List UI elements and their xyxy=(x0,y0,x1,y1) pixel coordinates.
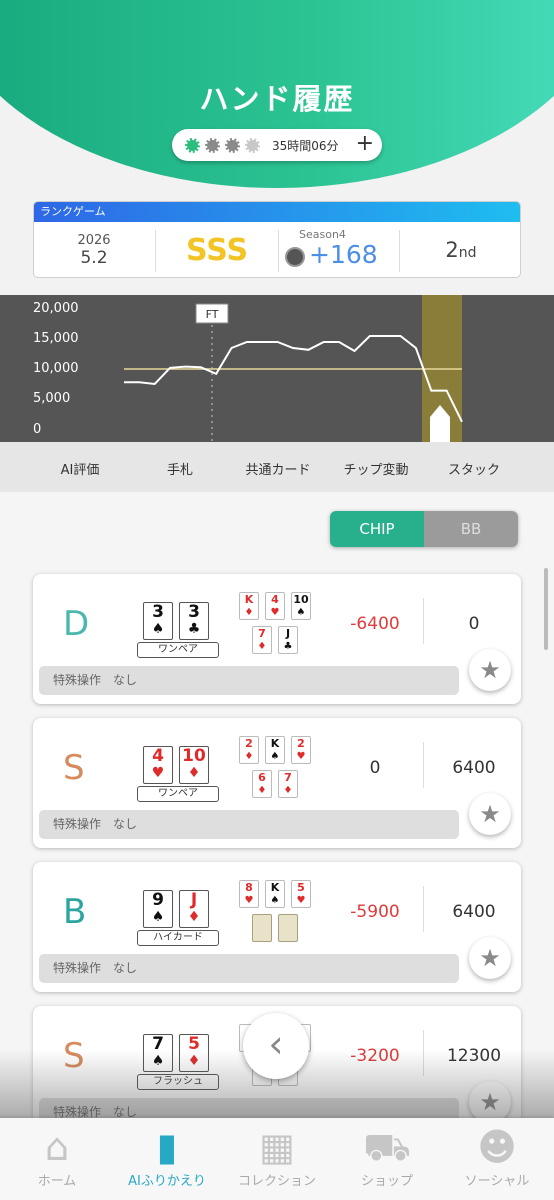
ai-evaluation: D xyxy=(63,604,90,644)
header: ハンド履歴 35時間06分 + xyxy=(0,0,554,190)
hole-card: 3 ♣ xyxy=(179,602,209,640)
header-hand[interactable]: 手札 xyxy=(130,459,230,478)
chip-icon xyxy=(205,137,220,153)
chip-change: 0 xyxy=(369,758,381,778)
community-card: 7 ♦ xyxy=(252,626,272,654)
stack: 6400 xyxy=(452,902,496,922)
social-icon: ☻ xyxy=(477,1125,517,1169)
hand-rank-label: ワンペア xyxy=(137,786,219,802)
favorite-button[interactable]: ★ xyxy=(469,649,511,691)
chip-icon xyxy=(225,137,240,153)
add-icon[interactable]: + xyxy=(356,133,374,155)
rank-points: +168 xyxy=(309,240,378,269)
ft-marker-label: FT xyxy=(206,308,219,321)
back-button[interactable]: ‹ xyxy=(243,1013,309,1079)
card-back xyxy=(278,914,298,942)
chip-icon xyxy=(245,137,260,153)
bb-toggle-option[interactable]: BB xyxy=(424,511,518,547)
community-card: 2 ♥ xyxy=(291,736,311,764)
play-time-pill[interactable]: 35時間06分 + xyxy=(172,129,382,161)
hole-card: 3 ♠ xyxy=(143,602,173,640)
hand-row[interactable]: S 4 ♥ 10 ♦ ワンペア 2 ♦ K ♠ 2 ♥ 6 ♦ 7 ♦ 0 6400 特殊操作 なし ★ xyxy=(33,718,521,848)
placement: 2nd xyxy=(445,238,477,262)
community-card: 7 ♦ xyxy=(278,770,298,798)
unit-toggle[interactable]: CHIP BB xyxy=(330,511,518,547)
star-icon: ★ xyxy=(479,944,501,972)
hand-row[interactable]: D 3 ♠ 3 ♣ ワンペア K ♦ 4 ♥ 10 ♠ 7 ♦ J ♣ -6400 0 特殊操作 なし ★ xyxy=(33,574,521,704)
special-action: 特殊操作 なし xyxy=(39,666,459,695)
bottom-nav: ⌂ ホーム ▮ AIふりかえり ▦ コレクション ⛟ ショップ ☻ ソーシャル xyxy=(0,1118,554,1200)
rank-game-card[interactable]: ランクゲーム 2026 5.2 SSS Season4 +168 2nd xyxy=(33,201,521,278)
community-card: 5 ♥ xyxy=(291,880,311,908)
header-ai-eval[interactable]: AI評価 xyxy=(30,459,130,478)
cart-icon: ⛟ xyxy=(363,1125,411,1169)
nav-item[interactable]: ▦ コレクション xyxy=(222,1118,332,1200)
chevron-left-icon: ‹ xyxy=(268,1022,284,1066)
nav-item[interactable]: ▮ AIふりかえり xyxy=(112,1118,222,1200)
header-chip-change[interactable]: チップ変動 xyxy=(326,459,426,478)
special-action: 特殊操作 なし xyxy=(39,954,459,983)
community-card: K ♠ xyxy=(265,736,285,764)
scrollbar[interactable] xyxy=(544,568,548,650)
community-card: 10 ♠ xyxy=(291,592,311,620)
column-headers: AI評価 手札 共通カード チップ変動 スタック xyxy=(0,442,554,492)
nav-item[interactable]: ☻ ソーシャル xyxy=(442,1118,552,1200)
rank-game-label: ランクゲーム xyxy=(34,202,520,222)
game-year: 2026 xyxy=(77,232,111,248)
community-card: J ♣ xyxy=(278,626,298,654)
hand-rank-label: ワンペア xyxy=(137,642,219,658)
hand-rank-label: ハイカード xyxy=(137,930,219,946)
community-card: 2 ♦ xyxy=(239,736,259,764)
community-card: K ♦ xyxy=(239,592,259,620)
series-line xyxy=(124,335,463,423)
chip-toggle-option[interactable]: CHIP xyxy=(330,511,424,547)
stack: 0 xyxy=(468,614,480,634)
nav-label: コレクション xyxy=(237,1174,316,1189)
star-icon: ★ xyxy=(479,800,501,828)
card-back xyxy=(252,914,272,942)
game-day: 5.2 xyxy=(80,247,108,268)
nav-label: ショップ xyxy=(360,1174,413,1189)
chip-change: -6400 xyxy=(350,614,400,634)
community-card: 8 ♥ xyxy=(239,880,259,908)
nav-label: ホーム xyxy=(37,1174,77,1189)
rank-grade: SSS xyxy=(185,232,249,268)
page-title: ハンド履歴 xyxy=(199,82,355,116)
hand-row[interactable]: B 9 ♠ J ♦ ハイカード 8 ♥ K ♠ 5 ♥ -5900 6400 特殊操作 なし ★ xyxy=(33,862,521,992)
nav-label: ソーシャル xyxy=(464,1174,530,1189)
star-icon: ★ xyxy=(479,656,501,684)
game-date: 2026 5.2 xyxy=(34,222,154,277)
bar-chart-icon: ▮ xyxy=(156,1125,178,1169)
rank-coin-icon xyxy=(285,247,305,267)
favorite-button[interactable]: ★ xyxy=(469,937,511,979)
season-points: Season4 +168 xyxy=(279,222,399,277)
home-icon: ⌂ xyxy=(44,1125,70,1169)
ai-evaluation: B xyxy=(63,892,87,932)
favorite-button[interactable]: ★ xyxy=(469,793,511,835)
collection-icon: ▦ xyxy=(259,1125,295,1169)
community-card: 4 ♥ xyxy=(265,592,285,620)
community-card: K ♠ xyxy=(265,880,285,908)
hole-card: J ♦ xyxy=(179,890,209,928)
nav-item[interactable]: ⌂ ホーム xyxy=(2,1118,112,1200)
hole-card: 9 ♠ xyxy=(143,890,173,928)
header-board[interactable]: 共通カード xyxy=(228,459,328,478)
hole-card: 10 ♦ xyxy=(179,746,209,784)
chip-change: -5900 xyxy=(350,902,400,922)
play-time: 35時間06分 xyxy=(272,138,339,153)
chart-plot: FT xyxy=(124,295,463,442)
chip-stack-chart: 20,000 15,000 10,000 5,000 0 FT xyxy=(0,295,554,442)
special-action: 特殊操作 なし xyxy=(39,810,459,839)
chip-icon xyxy=(185,137,200,153)
header-stack[interactable]: スタック xyxy=(424,459,524,478)
nav-item[interactable]: ⛟ ショップ xyxy=(332,1118,442,1200)
community-card: 6 ♦ xyxy=(252,770,272,798)
stack: 6400 xyxy=(452,758,496,778)
nav-label: AIふりかえり xyxy=(128,1174,206,1189)
ai-evaluation: S xyxy=(63,748,85,788)
chip-icons xyxy=(185,137,265,153)
hole-card: 4 ♥ xyxy=(143,746,173,784)
